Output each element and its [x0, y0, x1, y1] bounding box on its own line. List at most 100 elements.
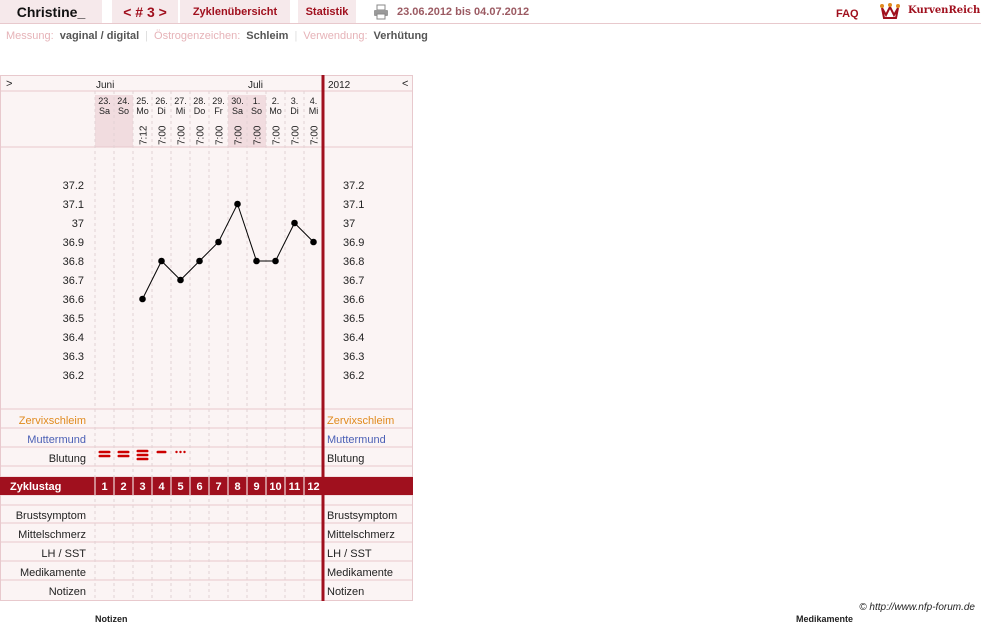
bleeding-spotting-mark [183, 450, 186, 454]
estrogen-sign-label: Östrogenzeichen: [154, 30, 241, 42]
bleeding-mark [98, 454, 111, 458]
bleeding-mark [136, 449, 149, 453]
cycle-day-number: 2 [120, 481, 126, 493]
y-tick-label: 36.5 [63, 313, 84, 325]
day-date: 30. [231, 96, 244, 106]
measurement-time: 7:00 [291, 125, 302, 145]
y-tick-label: 36.8 [63, 256, 84, 268]
previous-cycle-button[interactable]: < [123, 4, 131, 20]
day-weekday: Di [157, 106, 166, 116]
y-tick-label: 36.2 [343, 370, 364, 382]
usage-label: Verwendung: [303, 30, 368, 42]
tab-cycle-overview[interactable]: Zyklenübersicht [180, 0, 290, 23]
bleeding-mark [136, 457, 149, 461]
y-tick-label: 37.1 [343, 199, 364, 211]
row-label-notes: Notizen [327, 586, 364, 598]
row-label-meds: Medikamente [20, 567, 86, 579]
row-label-breast: Brustsymptom [327, 510, 397, 522]
cycle-day-band [0, 477, 413, 495]
month-label: Juli [248, 80, 263, 91]
row-label-bleeding: Blutung [327, 453, 364, 465]
chart-nav-left: > [6, 78, 12, 90]
notes-heading: Notizen [95, 614, 128, 624]
measure-value: vaginal / digital [59, 30, 140, 42]
chart-nav-right: < [402, 78, 408, 90]
y-tick-label: 36.9 [63, 237, 84, 249]
day-date: 2. [272, 96, 280, 106]
cycle-day-number: 3 [139, 481, 145, 493]
y-tick-label: 37 [72, 218, 84, 230]
y-tick-label: 36.7 [343, 275, 364, 287]
day-date: 28. [193, 96, 206, 106]
y-tick-label: 37 [343, 218, 355, 230]
y-tick-label: 36.7 [63, 275, 84, 287]
row-label-cervix: Muttermund [27, 434, 86, 446]
year-label: 2012 [328, 80, 351, 91]
day-date: 27. [174, 96, 187, 106]
cycle-day-number: 9 [253, 481, 259, 493]
day-date: 24. [117, 96, 130, 106]
row-label-bleeding: Blutung [49, 453, 86, 465]
measure-label: Messung: [6, 30, 54, 42]
day-weekday: Mo [269, 106, 282, 116]
day-date: 4. [310, 96, 318, 106]
measurement-time: 7:00 [272, 125, 283, 145]
measurement-time: 7:00 [310, 125, 321, 145]
y-tick-label: 36.8 [343, 256, 364, 268]
user-name: Christine_ [0, 0, 102, 23]
y-tick-label: 37.2 [343, 180, 364, 192]
cycle-day-number: 4 [158, 481, 165, 493]
row-label-midpain: Mittelschmerz [18, 529, 86, 541]
row-label-lh: LH / SST [41, 548, 86, 560]
bleeding-mark [117, 450, 130, 454]
day-date: 26. [155, 96, 168, 106]
y-tick-label: 36.9 [343, 237, 364, 249]
day-weekday: Mi [176, 106, 186, 116]
copyright-text[interactable]: © http://www.nfp-forum.de [859, 602, 975, 613]
y-tick-label: 36.6 [343, 294, 364, 306]
cycle-day-number: 1 [101, 481, 107, 493]
tab-statistics[interactable]: Statistik [298, 0, 356, 23]
next-cycle-button[interactable]: > [159, 4, 167, 20]
temperature-point [253, 257, 260, 265]
cycle-date-range: 23.06.2012 bis 04.07.2012 [397, 6, 530, 18]
y-tick-label: 36.6 [63, 294, 84, 306]
temperature-point [196, 257, 203, 265]
brand-logo-text[interactable]: KurvenReich [908, 5, 980, 16]
row-label-midpain: Mittelschmerz [327, 529, 395, 541]
crown-logo-icon[interactable] [880, 2, 900, 20]
day-weekday: Sa [99, 106, 110, 116]
row-label-breast: Brustsymptom [16, 510, 86, 522]
row-label-cervix: Muttermund [327, 434, 386, 446]
cycle-day-number: 10 [269, 481, 281, 493]
y-tick-label: 36.3 [343, 351, 364, 363]
printer-icon[interactable] [373, 4, 389, 20]
day-date: 1. [253, 96, 261, 106]
temperature-point [215, 238, 222, 246]
day-date: 23. [98, 96, 111, 106]
y-tick-label: 36.3 [63, 351, 84, 363]
day-weekday: Fr [214, 106, 223, 116]
cycle-day-number: 5 [177, 481, 183, 493]
cycle-settings: Messung: vaginal / digital | Östrogenzeiche… [6, 30, 428, 42]
bleeding-spotting-mark [175, 450, 178, 454]
row-label-notes: Notizen [49, 586, 86, 598]
temperature-point [291, 219, 298, 227]
temperature-point [139, 295, 146, 303]
row-label-mucus: Zervixschleim [19, 415, 86, 427]
day-weekday: Mo [136, 106, 149, 116]
cycle-number: # 3 [135, 3, 155, 20]
bleeding-mark [136, 453, 149, 457]
cycle-navigator: < # 3 > [112, 0, 178, 23]
bleeding-mark [156, 450, 167, 454]
day-weekday: So [251, 106, 262, 116]
measurement-time: 7:00 [215, 125, 226, 145]
cycle-day-number: 8 [234, 481, 240, 493]
day-weekday: Sa [232, 106, 243, 116]
medication-heading: Medikamente [796, 614, 854, 624]
faq-link[interactable]: FAQ [836, 8, 859, 20]
day-date: 29. [212, 96, 225, 106]
temperature-point [177, 276, 184, 284]
day-weekday: Do [194, 106, 206, 116]
measurement-time: 7:00 [234, 125, 245, 145]
